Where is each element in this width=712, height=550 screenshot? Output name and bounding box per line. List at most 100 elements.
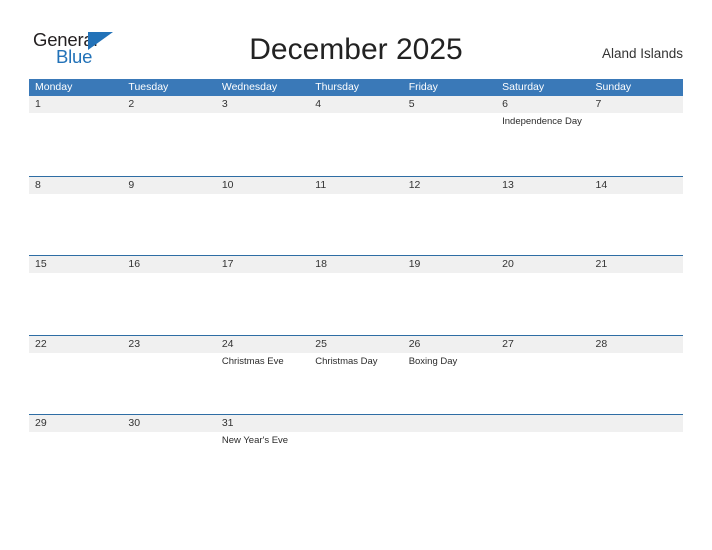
calendar-week-row: 8 9 10 11 12 13 14 <box>29 175 683 256</box>
day-number-14[interactable]: 14 <box>590 177 683 194</box>
day-events-empty <box>29 194 122 196</box>
day-number-29[interactable]: 29 <box>29 415 122 432</box>
day-events-empty <box>29 273 122 275</box>
day-events-empty <box>216 194 309 196</box>
page-header: General Blue December 2025 Aland Islands <box>0 0 712 78</box>
day-events-empty <box>29 432 122 447</box>
holiday-label: New Year's Eve <box>221 435 289 446</box>
day-number-19[interactable]: 19 <box>403 256 496 273</box>
weekday-header-monday: Monday <box>35 81 73 93</box>
day-number-8[interactable]: 8 <box>29 177 122 194</box>
day-events-empty <box>216 273 309 275</box>
day-number-4[interactable]: 4 <box>309 96 402 113</box>
holiday-label: Christmas Day <box>315 355 378 367</box>
day-events-empty <box>403 194 496 196</box>
day-number-25[interactable]: 25 <box>309 336 402 353</box>
day-number-22[interactable]: 22 <box>29 336 122 353</box>
day-number-30[interactable]: 30 <box>122 415 215 432</box>
day-number-17[interactable]: 17 <box>216 256 309 273</box>
day-number-5[interactable]: 5 <box>403 96 496 113</box>
weekday-header-row: Monday Tuesday Wednesday Thursday Friday Satu… <box>29 79 683 96</box>
day-number-28[interactable]: 28 <box>590 336 683 353</box>
day-event-band <box>29 194 683 196</box>
day-events-empty <box>496 432 589 447</box>
calendar-week-rows: 1 2 3 4 5 6 7 Independence Day 8 9 10 11 12 13 14 15 16 1… <box>29 96 683 456</box>
day-events-empty <box>496 194 589 196</box>
weekday-header-friday: Friday <box>408 81 438 93</box>
day-events-empty <box>403 432 496 447</box>
calendar-grid: Monday Tuesday Wednesday Thursday Friday Satu… <box>29 79 683 456</box>
day-event-band: New Year's Eve <box>29 432 683 447</box>
day-events-empty <box>29 353 122 368</box>
calendar-page: General Blue December 2025 Aland Islands… <box>0 0 712 550</box>
day-events-empty <box>122 353 215 368</box>
day-events-empty <box>122 194 215 196</box>
day-cell-empty <box>496 415 589 432</box>
day-events-empty <box>590 432 683 447</box>
day-number-band: 29 30 31 <box>29 415 683 432</box>
day-number-18[interactable]: 18 <box>309 256 402 273</box>
calendar-week-row: 22 23 24 25 26 27 28 Christmas Eve Christmas Day… <box>29 334 683 415</box>
locale-label: Aland Islands <box>601 46 683 61</box>
day-cell-empty <box>309 415 402 432</box>
day-events-empty <box>590 194 683 196</box>
day-number-16[interactable]: 16 <box>122 256 215 273</box>
day-number-31[interactable]: 31 <box>216 415 309 432</box>
day-number-band: 15 16 17 18 19 20 21 <box>29 256 683 273</box>
day-number-12[interactable]: 12 <box>403 177 496 194</box>
day-number-band: 8 9 10 11 12 13 14 <box>29 176 683 194</box>
holiday-label: Christmas Eve <box>221 355 284 367</box>
day-events-empty <box>122 273 215 275</box>
day-number-7[interactable]: 7 <box>590 96 683 113</box>
calendar-week-row: 1 2 3 4 5 6 7 Independence Day <box>29 96 683 176</box>
calendar-week-row: 15 16 17 18 19 20 21 <box>29 255 683 335</box>
day-events-empty <box>309 194 402 196</box>
day-number-20[interactable]: 20 <box>496 256 589 273</box>
day-events-empty <box>122 432 215 447</box>
weekday-header-saturday: Saturday <box>502 81 545 93</box>
day-event-band <box>29 273 683 275</box>
day-number-3[interactable]: 3 <box>216 96 309 113</box>
day-events-empty <box>590 273 683 275</box>
day-number-band: 1234567 <box>29 96 683 113</box>
day-events-empty <box>309 113 402 128</box>
holiday-label: Boxing Day <box>408 355 458 367</box>
day-events-empty <box>496 273 589 275</box>
day-number-13[interactable]: 13 <box>496 177 589 194</box>
holiday-label: Independence Day <box>502 116 582 127</box>
day-number-24[interactable]: 24 <box>216 336 309 353</box>
day-events-empty <box>122 113 215 128</box>
day-cell-empty <box>590 415 683 432</box>
day-events-empty <box>309 432 402 447</box>
weekday-header-thursday: Thursday <box>315 81 360 93</box>
day-events-empty <box>29 113 122 128</box>
day-number-2[interactable]: 2 <box>122 96 215 113</box>
day-number-21[interactable]: 21 <box>590 256 683 273</box>
day-number-9[interactable]: 9 <box>122 177 215 194</box>
day-events-empty <box>496 353 589 368</box>
weekday-header-sunday: Sunday <box>595 81 632 93</box>
day-number-1[interactable]: 1 <box>29 96 122 113</box>
day-events-empty <box>590 113 683 128</box>
day-events-31: New Year's Eve <box>216 432 309 447</box>
day-number-27[interactable]: 27 <box>496 336 589 353</box>
day-event-band: Independence Day <box>29 113 683 128</box>
day-number-6[interactable]: 6 <box>496 96 589 113</box>
day-events-empty <box>590 353 683 368</box>
day-events-empty <box>403 113 496 128</box>
day-events-empty <box>309 273 402 275</box>
calendar-week-row: 29 30 31 New Year's Eve <box>29 414 683 456</box>
day-events-6: Independence Day <box>496 113 589 128</box>
day-events-empty <box>216 113 309 128</box>
day-number-23[interactable]: 23 <box>122 336 215 353</box>
day-event-band: Christmas Eve Christmas Day Boxing Day <box>29 353 683 368</box>
day-number-26[interactable]: 26 <box>403 336 496 353</box>
weekday-header-tuesday: Tuesday <box>128 81 169 93</box>
day-events-empty <box>403 273 496 275</box>
day-events-24: Christmas Eve <box>216 353 309 368</box>
day-number-15[interactable]: 15 <box>29 256 122 273</box>
day-number-10[interactable]: 10 <box>216 177 309 194</box>
day-events-26: Boxing Day <box>403 353 496 368</box>
weekday-header-wednesday: Wednesday <box>221 81 278 93</box>
day-number-11[interactable]: 11 <box>309 177 402 194</box>
